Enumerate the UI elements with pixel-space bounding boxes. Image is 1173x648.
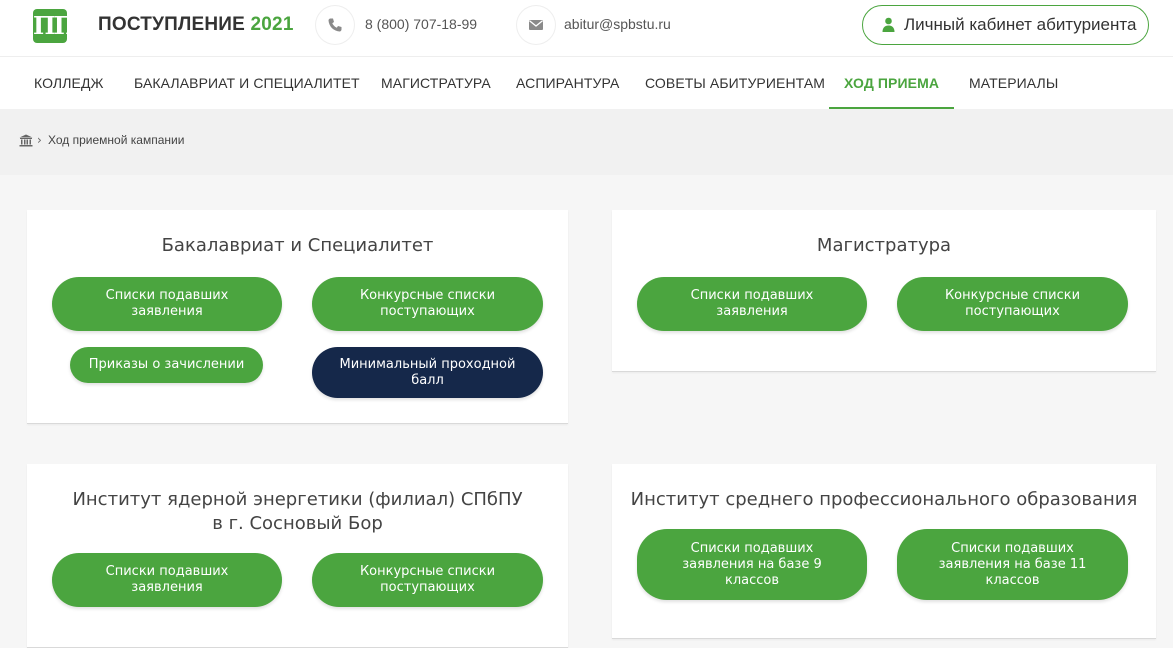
breadcrumb: › Ход приемной кампании: [0, 109, 1173, 175]
phone-icon[interactable]: [316, 6, 354, 44]
card-title: Институт ядерной энергетики (филиал) СПб…: [72, 489, 523, 534]
minimum-passing-score-button[interactable]: Минимальный проходной балл: [312, 347, 543, 398]
nav-item-admission-progress[interactable]: ХОД ПРИЕМА: [829, 57, 954, 110]
nuclear-competitive-lists-button[interactable]: Конкурсные списки поступающих: [312, 553, 543, 607]
mail-icon[interactable]: [517, 6, 555, 44]
bachelor-competitive-lists-button[interactable]: Конкурсные списки поступающих: [312, 277, 543, 331]
nav-item-master[interactable]: МАГИСТРАТУРА: [381, 57, 491, 110]
site-title-main: ПОСТУПЛЕНИЕ: [98, 14, 246, 35]
logo-glyph: ПП: [33, 11, 76, 40]
applicant-cabinet-button[interactable]: Личный кабинет абитуриента: [862, 5, 1149, 45]
master-competitive-lists-button[interactable]: Конкурсные списки поступающих: [897, 277, 1128, 331]
card-bachelor: Бакалавриат и Специалитет Списки подавши…: [27, 210, 568, 424]
breadcrumb-current: Ход приемной кампании: [48, 133, 185, 147]
card-nuclear-institute: Институт ядерной энергетики (филиал) СПб…: [27, 464, 568, 648]
card-master: Магистратура Списки подавших заявления К…: [612, 210, 1156, 372]
logo[interactable]: ПП: [33, 9, 76, 43]
main-content: Бакалавриат и Специалитет Списки подавши…: [0, 175, 1173, 648]
master-applicants-list-button[interactable]: Списки подавших заявления: [637, 277, 867, 331]
site-title-year: 2021: [250, 14, 294, 35]
nuclear-applicants-list-button[interactable]: Списки подавших заявления: [52, 553, 282, 607]
card-title: Бакалавриат и Специалитет: [161, 235, 434, 256]
breadcrumb-separator: ›: [37, 133, 42, 147]
main-nav: КОЛЛЕДЖ БАКАЛАВРИАТ И СПЕЦИАЛИТЕТ МАГИСТ…: [0, 56, 1173, 110]
nav-item-college[interactable]: КОЛЛЕДЖ: [34, 57, 104, 110]
site-header: ПП ПОСТУПЛЕНИЕ 2021 8 (800) 707-18-99 ab…: [0, 0, 1173, 56]
phone-number[interactable]: 8 (800) 707-18-99: [365, 16, 477, 32]
nav-item-advice[interactable]: СОВЕТЫ АБИТУРИЕНТАМ: [645, 57, 825, 110]
home-building-icon[interactable]: [19, 134, 33, 147]
applicant-cabinet-label: Личный кабинет абитуриента: [904, 15, 1137, 34]
nav-item-postgraduate[interactable]: АСПИРАНТУРА: [516, 57, 619, 110]
card-title: Магистратура: [816, 235, 952, 256]
vocational-11-grades-list-button[interactable]: Списки подавших заявления на базе 11 кла…: [897, 529, 1128, 600]
nav-item-materials[interactable]: МАТЕРИАЛЫ: [969, 57, 1058, 110]
site-title[interactable]: ПОСТУПЛЕНИЕ 2021: [98, 14, 294, 36]
card-title: Институт среднего профессионального обра…: [630, 489, 1138, 510]
enrollment-orders-button[interactable]: Приказы о зачислении: [70, 347, 263, 383]
email-address[interactable]: abitur@spbstu.ru: [564, 16, 671, 32]
bachelor-applicants-list-button[interactable]: Списки подавших заявления: [52, 277, 282, 331]
user-icon: [882, 17, 895, 32]
nav-item-bachelor[interactable]: БАКАЛАВРИАТ И СПЕЦИАЛИТЕТ: [134, 57, 360, 110]
card-vocational-institute: Институт среднего профессионального обра…: [612, 464, 1156, 639]
vocational-9-grades-list-button[interactable]: Списки подавших заявления на базе 9 клас…: [637, 529, 867, 600]
